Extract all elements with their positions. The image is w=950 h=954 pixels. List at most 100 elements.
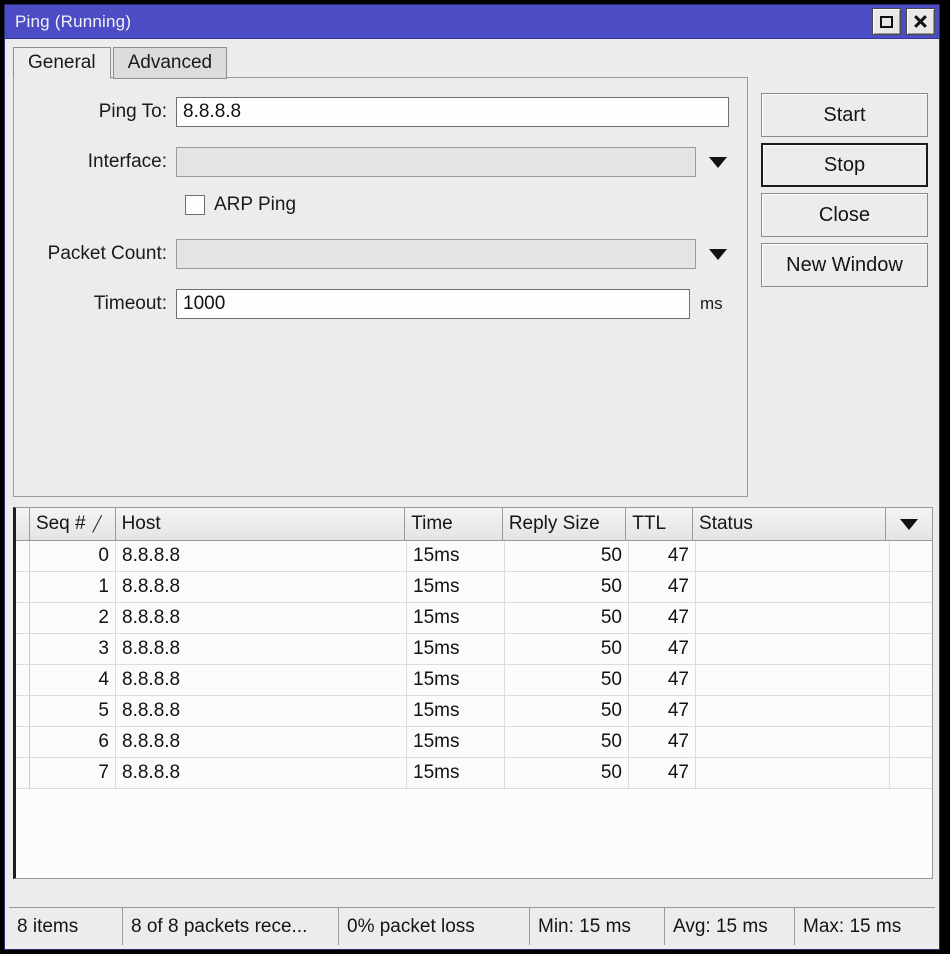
status-bar: 8 items 8 of 8 packets rece... 0% packet… [9,907,935,945]
row-gutter [16,572,30,602]
cell-ttl: 47 [629,634,696,664]
table-row[interactable]: 3 8.8.8.8 15ms 50 47 [16,634,932,665]
cell-status [696,541,890,571]
table-header-time[interactable]: Time [405,508,503,540]
field-row-interface: Interface: [14,146,747,178]
action-button-group: Start Stop Close New Window [761,93,928,293]
field-row-timeout: Timeout: 1000 ms [14,288,747,320]
row-gutter [16,665,30,695]
close-action-button[interactable]: Close [761,193,928,237]
row-gutter [16,696,30,726]
cell-size: 50 [505,758,629,788]
sort-ascending-icon: ╱ [92,516,102,533]
table-row[interactable]: 1 8.8.8.8 15ms 50 47 [16,572,932,603]
cell-status [696,603,890,633]
status-packets-received: 8 of 8 packets rece... [123,908,339,945]
window-body: General Advanced Ping To: 8.8.8.8 Interf… [5,39,939,949]
table-column-menu-button[interactable] [886,508,932,540]
cell-host: 8.8.8.8 [116,541,407,571]
table-row[interactable]: 2 8.8.8.8 15ms 50 47 [16,603,932,634]
cell-ttl: 47 [629,603,696,633]
status-max-time: Max: 15 ms [803,915,902,937]
table-row[interactable]: 6 8.8.8.8 15ms 50 47 [16,727,932,758]
table-header-host[interactable]: Host [115,508,406,540]
tab-strip: General Advanced [13,45,228,79]
cell-seq: 1 [30,572,116,602]
arp-ping-label: ARP Ping [214,194,297,215]
cell-seq: 6 [30,727,116,757]
packet-count-dropdown-icon[interactable] [709,248,727,260]
cell-ttl: 47 [629,572,696,602]
cell-host: 8.8.8.8 [116,634,407,664]
cell-size: 50 [505,665,629,695]
cell-seq: 7 [30,758,116,788]
table-header-status[interactable]: Status [693,508,887,540]
screen: Ping (Running) General Advanced Ping To: [0,0,950,954]
table-row[interactable]: 7 8.8.8.8 15ms 50 47 [16,758,932,789]
cell-host: 8.8.8.8 [116,603,407,633]
table-header-seq[interactable]: Seq # ╱ [29,508,116,540]
tab-advanced[interactable]: Advanced [112,47,228,79]
cell-time: 15ms [407,696,505,726]
restore-button[interactable] [872,8,901,35]
cell-status [696,665,890,695]
cell-seq: 5 [30,696,116,726]
interface-input[interactable] [176,147,696,177]
chevron-down-icon [900,518,919,530]
table-header-ttl[interactable]: TTL [626,508,694,540]
cell-time: 15ms [407,634,505,664]
cell-size: 50 [505,634,629,664]
table-header-row: Seq # ╱ Host Time Reply Size TTL Status [16,508,932,541]
cell-size: 50 [505,603,629,633]
status-min-time: Min: 15 ms [530,908,665,945]
cell-time: 15ms [407,541,505,571]
cell-host: 8.8.8.8 [116,665,407,695]
ping-to-label: Ping To: [98,101,167,122]
cell-seq: 4 [30,665,116,695]
cell-seq: 2 [30,603,116,633]
status-packet-loss: 0% packet loss [339,908,530,945]
cell-ttl: 47 [629,758,696,788]
new-window-button[interactable]: New Window [761,243,928,287]
cell-status [696,572,890,602]
tab-general[interactable]: General [13,47,111,79]
table-header-reply-size[interactable]: Reply Size [502,508,627,540]
arp-ping-row: ARP Ping [185,192,296,218]
arp-ping-checkbox[interactable] [185,195,205,215]
status-avg-time: Avg: 15 ms [665,908,795,945]
table-body: 0 8.8.8.8 15ms 50 47 1 8.8.8.8 15ms 50 47 2 8.8.8.8… [16,541,932,789]
field-row-packet-count: Packet Count: [14,238,747,270]
field-row-ping-to: Ping To: 8.8.8.8 [14,96,747,128]
table-row[interactable]: 5 8.8.8.8 15ms 50 47 [16,696,932,727]
interface-dropdown-icon[interactable] [709,156,727,168]
close-button[interactable] [906,8,935,35]
row-gutter [16,727,30,757]
stop-button[interactable]: Stop [761,143,928,187]
cell-time: 15ms [407,572,505,602]
timeout-input[interactable]: 1000 [176,289,690,319]
table-row[interactable]: 0 8.8.8.8 15ms 50 47 [16,541,932,572]
close-icon [913,14,928,29]
start-button[interactable]: Start [761,93,928,137]
title-bar: Ping (Running) [5,5,939,39]
cell-host: 8.8.8.8 [116,572,407,602]
cell-host: 8.8.8.8 [116,727,407,757]
row-gutter [16,603,30,633]
cell-size: 50 [505,696,629,726]
cell-size: 50 [505,541,629,571]
cell-host: 8.8.8.8 [116,758,407,788]
cell-status [696,634,890,664]
cell-seq: 3 [30,634,116,664]
general-panel: Ping To: 8.8.8.8 Interface: ARP Ping Pac… [13,77,748,497]
cell-seq: 0 [30,541,116,571]
cell-ttl: 47 [629,696,696,726]
status-item-count: 8 items [9,908,123,945]
packet-count-input[interactable] [176,239,696,269]
table-row[interactable]: 4 8.8.8.8 15ms 50 47 [16,665,932,696]
window-controls [872,8,935,35]
timeout-unit-label: ms [700,294,723,313]
cell-time: 15ms [407,758,505,788]
cell-time: 15ms [407,727,505,757]
timeout-label: Timeout: [93,293,167,314]
ping-to-input[interactable]: 8.8.8.8 [176,97,729,127]
